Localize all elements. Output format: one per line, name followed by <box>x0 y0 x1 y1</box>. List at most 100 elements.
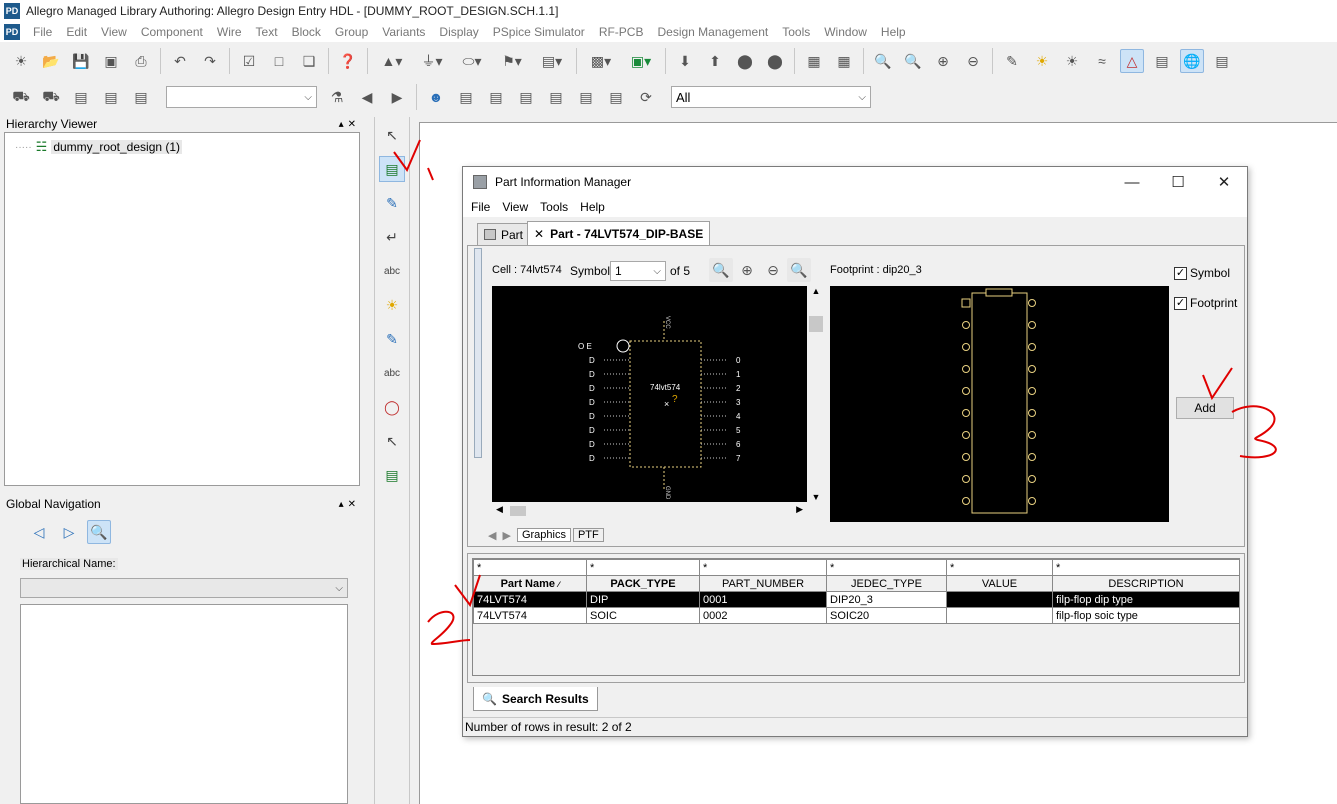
binoculars-icon[interactable]: ⚗ <box>325 85 349 109</box>
check-doc-icon[interactable]: ☑ <box>237 49 261 73</box>
packager-icon[interactable]: ▤ <box>604 85 628 109</box>
pim-menu-file[interactable]: File <box>465 200 496 214</box>
menu-group[interactable]: Group <box>328 25 375 39</box>
flag-dropdown-icon[interactable]: ⚑▾ <box>495 49 529 73</box>
menu-variants[interactable]: Variants <box>375 25 432 39</box>
filter-combo[interactable]: All ⌵ <box>671 86 871 108</box>
tab-part[interactable]: Part <box>477 223 531 245</box>
column-header-jedec-type[interactable]: JEDEC_TYPE <box>826 575 947 592</box>
users-icon[interactable]: ☻ <box>424 85 448 109</box>
add-button[interactable]: Add <box>1176 397 1234 419</box>
arc-icon[interactable]: ↖ <box>379 428 405 454</box>
zoom-out-icon[interactable]: ⊖ <box>761 258 785 282</box>
dehighlight-icon[interactable]: ☀ <box>1060 49 1084 73</box>
next-icon[interactable]: ▶ <box>385 85 409 109</box>
board-dropdown-icon[interactable]: ▣▾ <box>624 49 658 73</box>
subtab-next-icon[interactable]: ▶ <box>502 529 510 542</box>
report-icon[interactable]: ▤ <box>514 85 538 109</box>
package-icon[interactable]: ▤ <box>69 85 93 109</box>
save-icon[interactable]: 💾 <box>69 49 93 73</box>
subtab-ptf[interactable]: PTF <box>572 528 604 542</box>
wire-icon[interactable]: ✎ <box>379 190 405 216</box>
menu-window[interactable]: Window <box>817 25 874 39</box>
package-list-icon[interactable]: ▤ <box>99 85 123 109</box>
menu-wire[interactable]: Wire <box>210 25 249 39</box>
panel-controls[interactable]: ▴✕ <box>339 119 360 130</box>
symbol-hscroll[interactable]: ◀ ▶ <box>492 504 807 518</box>
menu-rf-pcb[interactable]: RF-PCB <box>592 25 651 39</box>
more-icon[interactable]: ▤ <box>1210 49 1234 73</box>
menu-text[interactable]: Text <box>249 25 285 39</box>
import-icon[interactable]: ▦ <box>802 49 826 73</box>
select-pointer-icon[interactable]: ↖ <box>379 122 405 148</box>
menu-block[interactable]: Block <box>285 25 328 39</box>
help-icon[interactable]: ❓ <box>336 49 360 73</box>
footprint-checkbox[interactable]: ✓ Footprint <box>1174 296 1237 310</box>
zoom-area-icon[interactable]: 🔍 <box>787 258 811 282</box>
menu-help[interactable]: Help <box>874 25 913 39</box>
globe-icon[interactable]: 🌐 <box>1180 49 1204 73</box>
table-row[interactable]: 74LVT574 DIP 0001 DIP20_3 filp-flop dip … <box>473 591 1240 608</box>
scroll-down-icon[interactable]: ▼ <box>808 492 824 502</box>
export-data-icon[interactable]: ▤ <box>484 85 508 109</box>
column-header-value[interactable]: VALUE <box>946 575 1053 592</box>
add-image-icon[interactable]: ▤ <box>379 462 405 488</box>
pop-icon[interactable]: ⬆ <box>703 49 727 73</box>
scroll-left-icon[interactable]: ◀ <box>496 504 503 515</box>
redo-icon[interactable]: ↷ <box>198 49 222 73</box>
menu-display[interactable]: Display <box>432 25 485 39</box>
close-tab-icon[interactable]: ✕ <box>534 227 544 241</box>
scroll-thumb[interactable] <box>809 316 823 332</box>
save-all-icon[interactable]: ▣ <box>99 49 123 73</box>
close-icon[interactable]: ✕ <box>1201 167 1247 197</box>
subtab-graphics[interactable]: Graphics <box>516 528 571 542</box>
collapse-handle[interactable] <box>474 248 482 458</box>
tab-part-detail[interactable]: ✕ Part - 74LVT574_DIP-BASE <box>527 221 711 245</box>
page-dropdown-icon[interactable]: ▤▾ <box>535 49 569 73</box>
search-combo[interactable]: ⌵ <box>166 86 317 108</box>
symbol-select[interactable]: 1 ⌵ <box>610 261 666 281</box>
menu-edit[interactable]: Edit <box>59 25 94 39</box>
refresh-icon[interactable]: ⟳ <box>634 85 658 109</box>
column-header-description[interactable]: DESCRIPTION <box>1052 575 1240 592</box>
scroll-right-icon[interactable]: ▶ <box>796 504 803 515</box>
zoom-in-icon[interactable]: ⊕ <box>735 258 759 282</box>
hier-name-combo[interactable]: ⌵ <box>20 578 348 598</box>
menu-design-management[interactable]: Design Management <box>650 25 775 39</box>
zoom-in-icon[interactable]: ⊕ <box>931 49 955 73</box>
truck-list-icon[interactable]: ⛟ <box>39 85 63 109</box>
minimize-icon[interactable]: — <box>1109 167 1155 197</box>
hierarchy-icon[interactable]: △ <box>1120 49 1144 73</box>
filter-cell[interactable]: * <box>473 559 587 576</box>
filter-cell[interactable]: * <box>699 559 827 576</box>
panel-controls[interactable]: ▴✕ <box>339 499 360 510</box>
offpage-dropdown-icon[interactable]: ⬭▾ <box>455 49 489 73</box>
copy-doc-icon[interactable]: ❏ <box>297 49 321 73</box>
backannotate-icon[interactable]: ▤ <box>574 85 598 109</box>
highlight-icon[interactable]: ☀ <box>1030 49 1054 73</box>
filter-cell[interactable]: * <box>946 559 1053 576</box>
print-icon[interactable]: ⎙ <box>129 49 153 73</box>
filter-cell[interactable]: * <box>586 559 700 576</box>
subtab-prev-icon[interactable]: ◀ <box>488 529 496 542</box>
scroll-up-icon[interactable]: ▲ <box>808 286 824 296</box>
filter-cell[interactable]: * <box>1052 559 1240 576</box>
netlist-icon[interactable]: ▤ <box>544 85 568 109</box>
stop-all-icon[interactable]: ⬤ <box>763 49 787 73</box>
console-icon[interactable]: ▤ <box>1150 49 1174 73</box>
previous-icon[interactable]: ◀ <box>355 85 379 109</box>
package-check-icon[interactable]: ▤ <box>129 85 153 109</box>
export-icon[interactable]: ▦ <box>832 49 856 73</box>
menu-pspice[interactable]: PSpice Simulator <box>486 25 592 39</box>
add-component-icon[interactable]: ▤ <box>379 156 405 182</box>
ground-symbol-dropdown-icon[interactable]: ⏚▾ <box>415 49 449 73</box>
signal-name-icon[interactable]: abc <box>379 258 405 284</box>
menu-file[interactable]: File <box>26 25 59 39</box>
back-icon[interactable]: ◁ <box>27 520 51 544</box>
table-row[interactable]: 74LVT574 SOIC 0002 SOIC20 filp-flop soic… <box>473 607 1240 624</box>
scroll-thumb[interactable] <box>510 506 526 516</box>
dot-icon[interactable]: ☀ <box>379 292 405 318</box>
column-header-part-number[interactable]: PART_NUMBER <box>699 575 827 592</box>
new-icon[interactable]: ☀ <box>9 49 33 73</box>
forward-icon[interactable]: ▷ <box>57 520 81 544</box>
